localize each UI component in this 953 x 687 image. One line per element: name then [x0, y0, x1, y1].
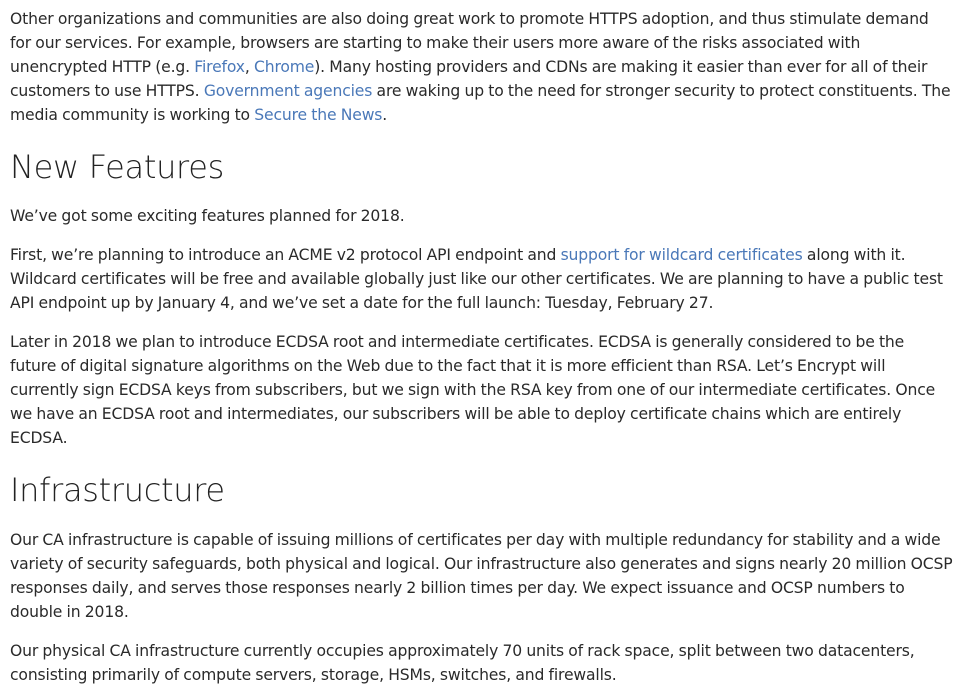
government-agencies-link[interactable]: Government agencies: [204, 82, 373, 100]
ecdsa-paragraph: Later in 2018 we plan to introduce ECDSA…: [10, 333, 936, 447]
infrastructure-heading: Infrastructure: [10, 471, 225, 509]
ca-infrastructure-paragraph: Our CA infrastructure is capable of issu…: [10, 531, 953, 621]
new-features-heading: New Features: [10, 148, 224, 186]
article-content: Other organizations and communities are …: [0, 7, 953, 687]
firefox-link[interactable]: Firefox: [194, 58, 245, 76]
wildcard-certificates-link[interactable]: support for wildcard certificates: [561, 246, 803, 264]
physical-infrastructure-paragraph: Our physical CA infrastructure currently…: [10, 642, 915, 684]
intro-paragraph: Other organizations and communities are …: [10, 10, 951, 124]
acme-v2-paragraph: First, we’re planning to introduce an AC…: [10, 246, 943, 312]
new-features-intro-paragraph: We’ve got some exciting features planned…: [10, 207, 405, 225]
chrome-link[interactable]: Chrome: [254, 58, 314, 76]
secure-the-news-link[interactable]: Secure the News: [254, 106, 382, 124]
